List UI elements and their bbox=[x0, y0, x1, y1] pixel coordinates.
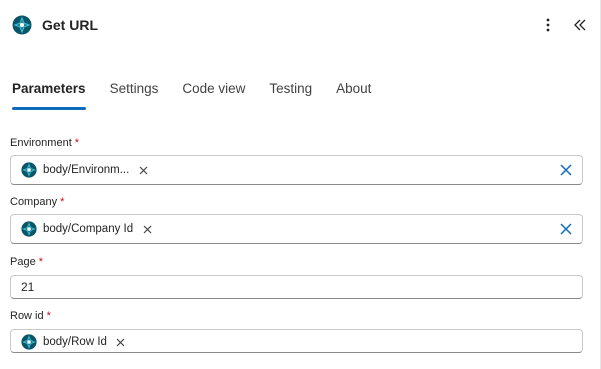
tab-about[interactable]: About bbox=[336, 80, 371, 110]
company-label: Company * bbox=[10, 196, 64, 208]
page-label: Page * bbox=[10, 256, 43, 268]
tab-list: Parameters Settings Code view Testing Ab… bbox=[12, 80, 395, 110]
close-icon bbox=[143, 225, 152, 233]
page-field[interactable] bbox=[10, 275, 583, 299]
company-token-label: body/Company Id bbox=[43, 223, 134, 235]
tab-code-view[interactable]: Code view bbox=[182, 80, 245, 110]
dataverse-logo-icon bbox=[21, 162, 37, 178]
close-icon bbox=[139, 166, 148, 174]
close-icon bbox=[117, 338, 125, 346]
company-field[interactable]: body/Company Id bbox=[10, 214, 583, 244]
row-id-label: Row id * bbox=[10, 310, 51, 322]
row-id-label-text: Row id bbox=[10, 310, 44, 322]
row-id-field[interactable]: body/Row Id bbox=[10, 329, 583, 353]
close-icon bbox=[560, 223, 572, 235]
row-id-token[interactable]: body/Row Id bbox=[21, 332, 127, 352]
remove-token-button[interactable] bbox=[141, 223, 153, 235]
panel-header: Get URL bbox=[12, 13, 590, 37]
collapse-panel-button[interactable] bbox=[570, 13, 590, 37]
required-marker: * bbox=[38, 256, 43, 268]
environment-label-text: Environment bbox=[10, 137, 72, 149]
remove-token-button[interactable] bbox=[137, 164, 149, 176]
row-id-token-label: body/Row Id bbox=[43, 336, 107, 348]
environment-token-label: body/Environm... bbox=[43, 164, 130, 176]
tab-testing[interactable]: Testing bbox=[269, 80, 312, 110]
required-marker: * bbox=[74, 137, 80, 149]
environment-label: Environment * bbox=[10, 137, 79, 149]
action-details-panel: Get URL Parameters Settings Code view Te… bbox=[0, 0, 601, 369]
tab-parameters[interactable]: Parameters bbox=[12, 80, 86, 110]
dataverse-logo-icon bbox=[21, 334, 37, 350]
page-title: Get URL bbox=[42, 17, 98, 33]
environment-field[interactable]: body/Environm... bbox=[10, 155, 583, 185]
company-token[interactable]: body/Company Id bbox=[21, 219, 153, 239]
page-label-text: Page bbox=[10, 256, 36, 268]
tab-settings[interactable]: Settings bbox=[110, 80, 159, 110]
required-marker: * bbox=[60, 196, 65, 208]
required-marker: * bbox=[46, 310, 51, 322]
company-label-text: Company bbox=[10, 196, 58, 208]
header-actions bbox=[538, 13, 590, 37]
clear-field-button[interactable] bbox=[558, 162, 574, 178]
clear-field-button[interactable] bbox=[558, 221, 574, 237]
remove-token-button[interactable] bbox=[115, 336, 127, 348]
more-vertical-icon bbox=[546, 18, 550, 32]
double-chevron-left-icon bbox=[574, 19, 586, 31]
close-icon bbox=[560, 164, 572, 176]
dataverse-logo-icon bbox=[21, 221, 37, 237]
environment-token[interactable]: body/Environm... bbox=[21, 160, 149, 180]
page-input[interactable] bbox=[21, 279, 561, 295]
dataverse-logo-icon bbox=[12, 15, 32, 35]
more-options-button[interactable] bbox=[538, 13, 558, 37]
